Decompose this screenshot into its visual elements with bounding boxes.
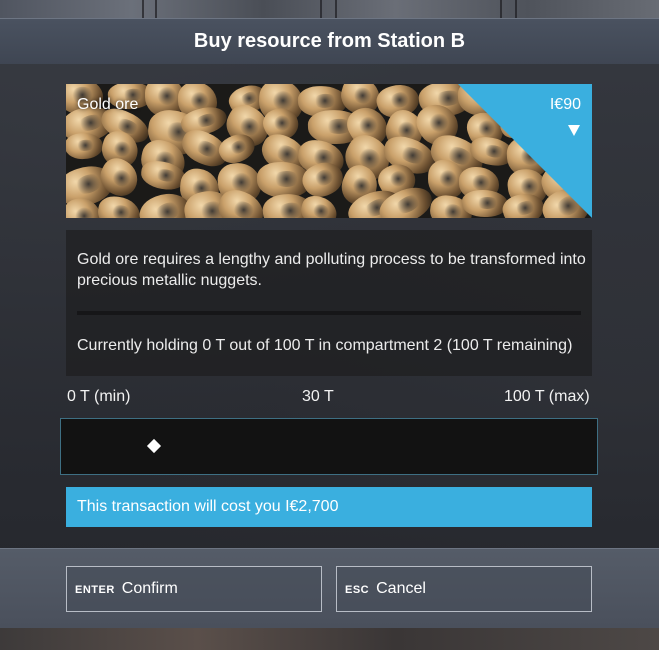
quantity-slider[interactable] <box>60 418 598 475</box>
dialog-title: Buy resource from Station B <box>193 30 466 52</box>
background-top-strip <box>0 0 659 18</box>
ore-nugget <box>96 194 142 218</box>
resource-info-panel: Gold ore requires a lengthy and pollutin… <box>66 230 592 376</box>
resource-description: Gold ore requires a lengthy and pollutin… <box>77 251 586 289</box>
holding-status: Currently holding 0 T out of 100 T in co… <box>77 337 573 354</box>
confirm-label: Confirm <box>121 580 178 597</box>
dialog-header: Buy resource from Station B <box>0 18 659 64</box>
quantity-current-label: 30 T <box>302 388 334 405</box>
background-bottom-strip <box>0 628 659 650</box>
resource-name: Gold ore <box>77 96 139 113</box>
quantity-max-label: 100 T (max) <box>504 388 590 405</box>
quantity-min-label: 0 T (min) <box>67 388 131 405</box>
info-divider <box>77 311 581 315</box>
resource-banner: Gold ore Ι€90 <box>66 84 592 218</box>
cancel-label: Cancel <box>376 580 426 597</box>
slider-thumb[interactable] <box>146 438 162 454</box>
chevron-down-icon[interactable] <box>568 125 580 136</box>
ore-nugget <box>298 193 341 218</box>
transaction-cost-banner: This transaction will cost you Ι€2,700 <box>66 487 592 527</box>
cancel-button[interactable]: ESC Cancel <box>336 566 592 612</box>
esc-key-hint: ESC <box>345 584 370 596</box>
confirm-button[interactable]: ENTER Confirm <box>66 566 322 612</box>
dialog-footer: ENTER Confirm ESC Cancel <box>0 548 659 628</box>
enter-key-hint: ENTER <box>75 584 115 596</box>
resource-price: Ι€90 <box>549 96 581 113</box>
